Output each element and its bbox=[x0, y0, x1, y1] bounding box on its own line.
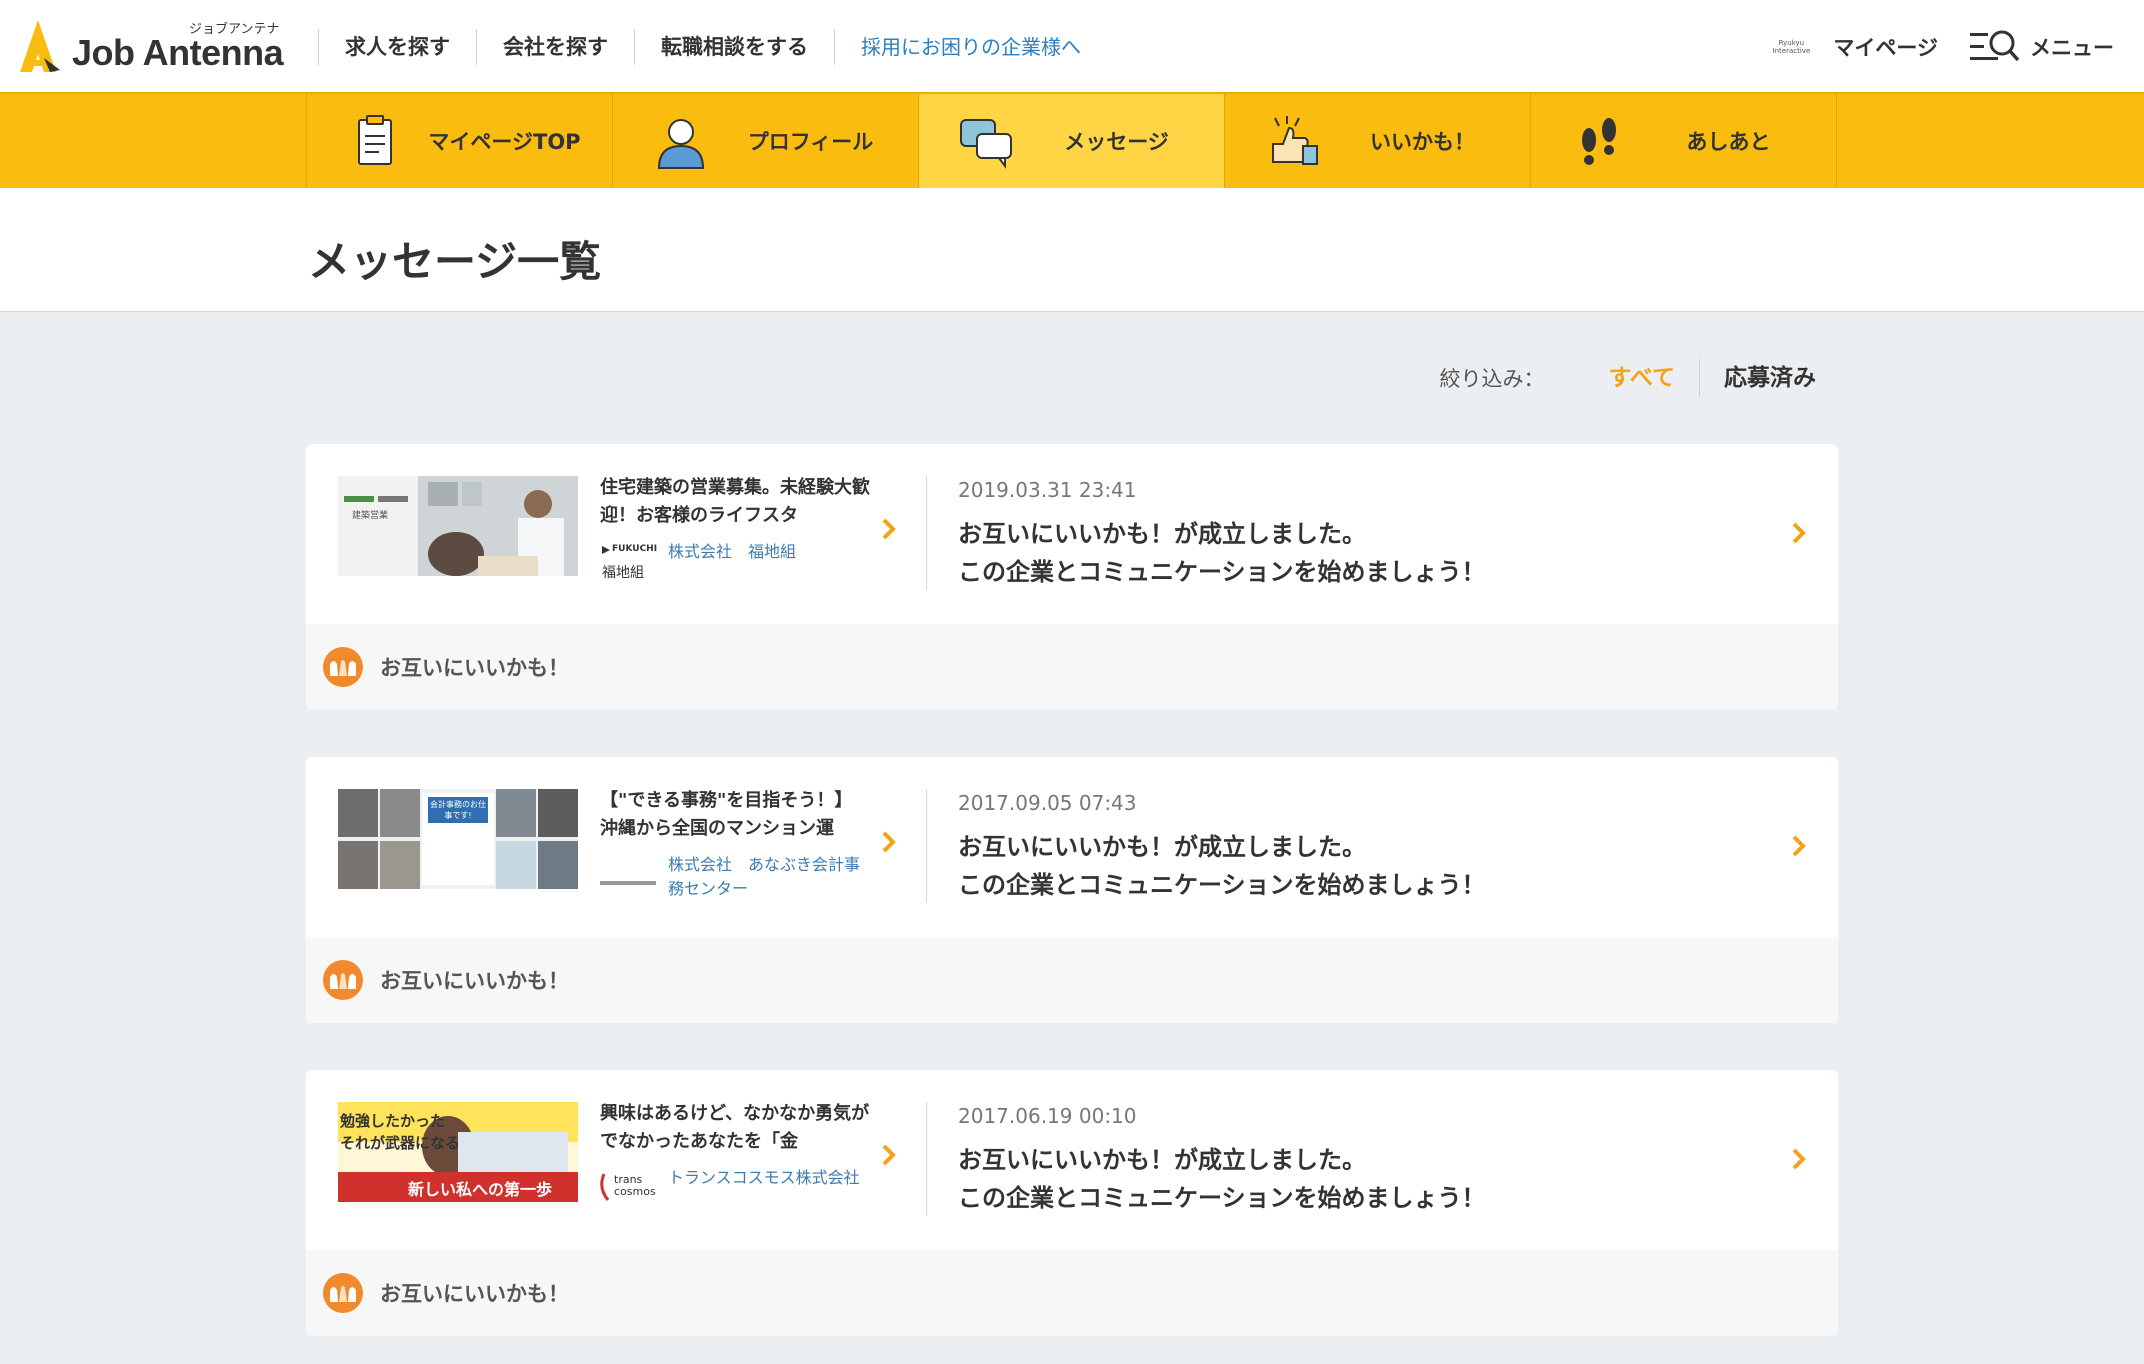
mypage-link[interactable]: マイページ bbox=[1833, 32, 1938, 62]
page-title-bar: メッセージ一覧 bbox=[0, 188, 2144, 312]
chevron-right-icon[interactable] bbox=[878, 1140, 900, 1170]
ryukyu-interactive-logo: Ryukyu Interactive bbox=[1767, 39, 1815, 55]
chevron-right-icon[interactable] bbox=[878, 514, 900, 544]
job-title[interactable]: 【"できる事務"を目指そう！】沖縄から全国のマンション運 bbox=[600, 787, 870, 845]
message-filter: 絞り込み： すべて 応募済み bbox=[1440, 358, 1816, 398]
message-card[interactable]: 勉強したかった それが武器になる 新しい私への第一歩 興味はあるけど、なかなか勇… bbox=[306, 1070, 1838, 1336]
job-thumbnail[interactable]: 会計事務のお仕事です! bbox=[338, 789, 578, 889]
nav-career-consult[interactable]: 転職相談をする bbox=[634, 29, 834, 65]
company-name[interactable]: トランスコスモス株式会社 bbox=[668, 1166, 868, 1190]
message-card[interactable]: 会計事務のお仕事です! 【"できる事務"を目指そう！】沖縄から全国のマンション運… bbox=[306, 757, 1838, 1023]
message-text-line2[interactable]: この企業とコミュニケーションを始めましょう！ bbox=[958, 1178, 1486, 1213]
menu-search-icon bbox=[1968, 27, 2020, 67]
message-date: 2019.03.31 23:41 bbox=[958, 478, 1137, 502]
company-name[interactable]: 株式会社 あなぶき会計事務センター bbox=[668, 853, 868, 901]
menu-label: メニュー bbox=[2030, 32, 2114, 62]
message-text-line2[interactable]: この企業とコミュニケーションを始めましょう！ bbox=[958, 552, 1486, 587]
match-status-bar: お互いにいいかも！ bbox=[306, 937, 1838, 1023]
antenna-logo-icon bbox=[14, 18, 66, 74]
tab-likes[interactable]: いいかも！ bbox=[1225, 94, 1531, 188]
nav-search-jobs[interactable]: 求人を探す bbox=[318, 29, 476, 65]
chevron-right-icon[interactable] bbox=[1788, 1144, 1810, 1174]
header-right: Ryukyu Interactive マイページ メニュー bbox=[1767, 24, 2114, 70]
tab-profile[interactable]: プロフィール bbox=[613, 94, 919, 188]
company-logo bbox=[600, 855, 660, 893]
filter-label: 絞り込み： bbox=[1440, 363, 1545, 393]
tab-messages[interactable]: メッセージ bbox=[919, 94, 1225, 188]
job-thumbnail[interactable]: 勉強したかった それが武器になる 新しい私への第一歩 bbox=[338, 1102, 578, 1202]
message-text-line2[interactable]: この企業とコミュニケーションを始めましょう！ bbox=[958, 865, 1486, 900]
tab-mypage-top[interactable]: マイページTOP bbox=[307, 94, 613, 188]
message-date: 2017.06.19 00:10 bbox=[958, 1104, 1137, 1128]
menu-button[interactable]: メニュー bbox=[1968, 27, 2114, 67]
mutual-like-icon bbox=[322, 959, 364, 1001]
match-status-text: お互いにいいかも！ bbox=[380, 965, 569, 995]
chevron-right-icon[interactable] bbox=[1788, 831, 1810, 861]
nav-for-employers[interactable]: 採用にお困りの企業様へ bbox=[834, 29, 1107, 65]
company-logo: FUKUCHI 福地組 bbox=[600, 542, 660, 580]
user-icon bbox=[653, 114, 709, 170]
page-title: メッセージ一覧 bbox=[308, 228, 601, 289]
match-status-text: お互いにいいかも！ bbox=[380, 652, 569, 682]
main-nav: 求人を探す 会社を探す 転職相談をする 採用にお困りの企業様へ bbox=[318, 28, 1107, 66]
filter-all[interactable]: すべて bbox=[1585, 359, 1699, 397]
footprints-icon bbox=[1571, 114, 1627, 170]
message-card[interactable]: 建築営業 住宅建築の営業募集。未経験大歓迎！お客様のライフスタ FUKUCHI … bbox=[306, 444, 1838, 710]
job-title[interactable]: 住宅建築の営業募集。未経験大歓迎！お客様のライフスタ bbox=[600, 474, 870, 532]
chevron-right-icon[interactable] bbox=[878, 827, 900, 857]
site-header: ジョブアンテナ Job Antenna 求人を探す 会社を探す 転職相談をする … bbox=[0, 0, 2144, 94]
mypage-tabbar: マイページTOP プロフィール メッセージ bbox=[0, 94, 2144, 188]
company-name[interactable]: 株式会社 福地組 bbox=[668, 540, 868, 564]
job-thumbnail[interactable]: 建築営業 bbox=[338, 476, 578, 576]
match-status-text: お互いにいいかも！ bbox=[380, 1278, 569, 1308]
job-photo-fukuchi bbox=[338, 476, 578, 576]
job-title[interactable]: 興味はあるけど、なかなか勇気がでなかったあなたを「金 bbox=[600, 1100, 870, 1158]
nav-search-companies[interactable]: 会社を探す bbox=[476, 29, 634, 65]
chevron-right-icon[interactable] bbox=[1788, 518, 1810, 548]
filter-applied[interactable]: 応募済み bbox=[1699, 359, 1816, 397]
match-status-bar: お互いにいいかも！ bbox=[306, 1250, 1838, 1336]
match-status-bar: お互いにいいかも！ bbox=[306, 624, 1838, 710]
tab-footprints[interactable]: あしあと bbox=[1531, 94, 1837, 188]
mutual-like-icon bbox=[322, 646, 364, 688]
company-logo: trans cosmos bbox=[600, 1168, 660, 1206]
message-text-line1[interactable]: お互いにいいかも！が成立しました。 bbox=[958, 514, 1366, 549]
message-text-line1[interactable]: お互いにいいかも！が成立しました。 bbox=[958, 827, 1366, 862]
job-antenna-logo[interactable]: ジョブアンテナ Job Antenna bbox=[14, 14, 294, 80]
message-text-line1[interactable]: お互いにいいかも！が成立しました。 bbox=[958, 1140, 1366, 1175]
logo-text: Job Antenna bbox=[72, 32, 283, 74]
document-icon bbox=[347, 114, 403, 170]
mutual-like-icon bbox=[322, 1272, 364, 1314]
chat-bubbles-icon bbox=[959, 114, 1015, 170]
thumbs-up-icon bbox=[1265, 114, 1321, 170]
message-date: 2017.09.05 07:43 bbox=[958, 791, 1137, 815]
